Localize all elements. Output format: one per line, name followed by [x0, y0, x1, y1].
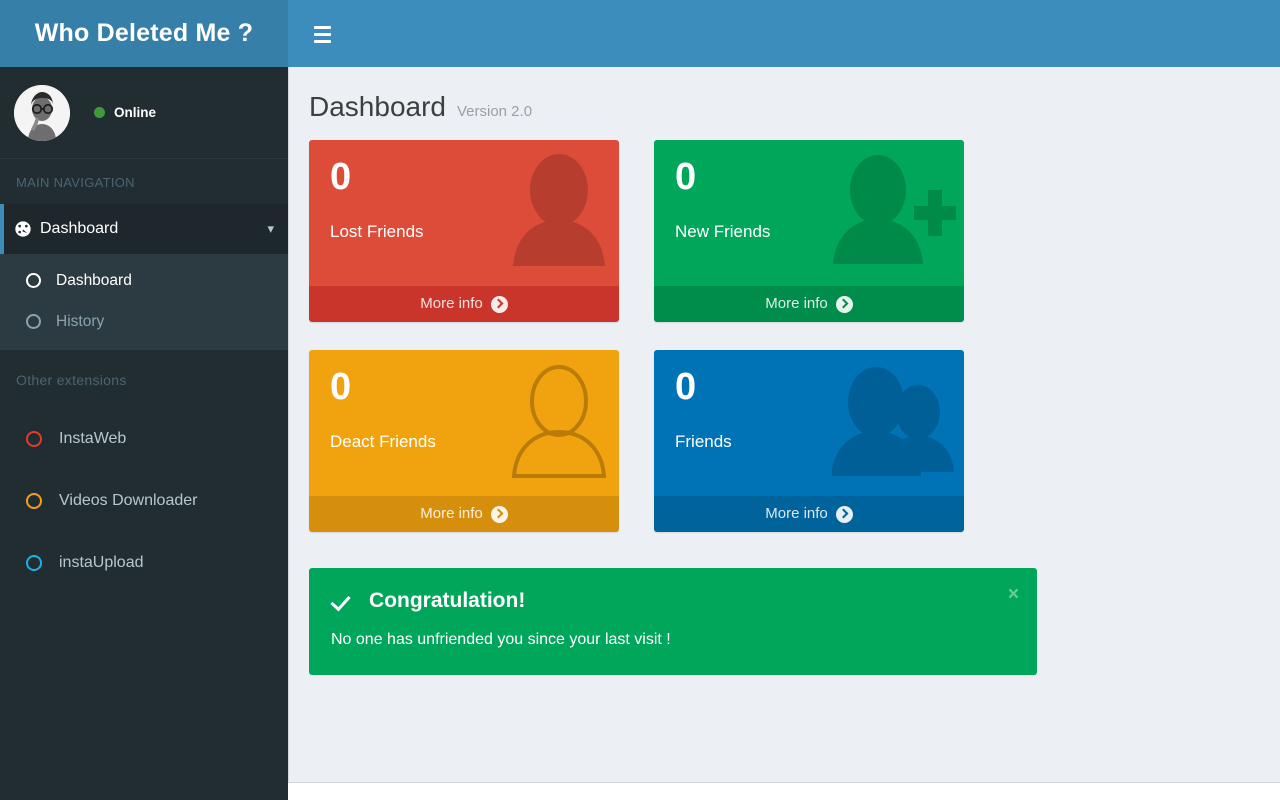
alert-close-button[interactable]: ×	[1008, 585, 1019, 604]
stat-card-friends: 0 Friends More info	[654, 350, 964, 532]
page-version: Version 2.0	[456, 103, 533, 120]
stat-card-more-info[interactable]: More info	[654, 286, 964, 322]
chevron-down-icon: ▾	[267, 221, 274, 236]
sidebar-item-dashboard-label: Dashboard	[40, 220, 119, 237]
top-navbar	[288, 0, 1280, 67]
online-status-label: Online	[114, 105, 157, 120]
hamburger-icon[interactable]	[306, 18, 338, 50]
stat-card-new-friends: 0 New Friends More info	[654, 140, 964, 322]
online-status-dot	[94, 107, 105, 118]
alert-message: No one has unfriended you since your las…	[331, 631, 671, 648]
page-header: Dashboard Version 2.0	[289, 67, 1280, 123]
arrow-circle-right-icon	[490, 505, 508, 523]
stat-card-more-info[interactable]: More info	[654, 496, 964, 532]
sidebar-subitem-dashboard-label: Dashboard	[56, 271, 132, 289]
circle-o-icon	[26, 431, 42, 447]
user-plus-icon	[832, 154, 956, 277]
other-extensions-header: Other extensions	[16, 372, 127, 388]
app-logo[interactable]: Who Deleted Me ?	[0, 0, 288, 67]
circle-o-icon	[26, 273, 41, 288]
circle-o-icon	[26, 555, 42, 571]
user-avatar-photo[interactable]	[14, 84, 70, 141]
stat-card-body: 0 Lost Friends	[309, 140, 619, 286]
dashboard-icon	[14, 220, 40, 238]
sidebar-item-instaweb[interactable]: InstaWeb	[0, 408, 288, 470]
sidebar-subitem-history[interactable]: History	[0, 301, 288, 342]
sidebar: Online MAIN NAVIGATION Dashboard ▾ Dashb…	[0, 67, 288, 800]
dashboard-submenu: Dashboard History	[0, 254, 288, 350]
main-content: Dashboard Version 2.0 0 Lost Friends Mor…	[288, 67, 1280, 782]
circle-o-icon	[26, 493, 42, 509]
sidebar-item-instaupload-label: instaUpload	[59, 554, 144, 571]
user-panel: Online	[0, 67, 288, 159]
stat-card-body: 0 Friends	[654, 350, 964, 496]
user-status: Online	[94, 105, 156, 120]
stat-card-more-info-label: More info	[420, 505, 483, 522]
app-logo-text: Who Deleted Me ?	[34, 19, 254, 47]
main-navigation-header: MAIN NAVIGATION	[16, 175, 135, 190]
stat-card-more-info[interactable]: More info	[309, 496, 619, 532]
alert-title: Congratulation!	[369, 589, 526, 612]
sidebar-item-dashboard[interactable]: Dashboard ▾	[0, 204, 288, 254]
alert-header: Congratulation!	[331, 589, 1015, 613]
app-root: Who Deleted Me ? Online MAIN NAVIGATION …	[0, 0, 1280, 800]
stat-card-lost-friends: 0 Lost Friends More info	[309, 140, 619, 322]
stat-card-body: 0 Deact Friends	[309, 350, 619, 496]
hamburger-bar	[313, 32, 331, 36]
page-footer	[288, 782, 1280, 800]
arrow-circle-right-icon	[835, 295, 853, 313]
sidebar-item-videos-downloader-label: Videos Downloader	[59, 492, 198, 509]
arrow-circle-right-icon	[490, 295, 508, 313]
sidebar-item-videos-downloader[interactable]: Videos Downloader	[0, 470, 288, 532]
page-title: Dashboard	[309, 91, 446, 122]
stat-card-deact-friends: 0 Deact Friends More info	[309, 350, 619, 532]
stat-card-more-info-label: More info	[765, 505, 828, 522]
user-icon	[507, 154, 611, 277]
arrow-circle-right-icon	[835, 505, 853, 523]
success-alert: × Congratulation! No one has unfriended …	[309, 568, 1037, 675]
user-outline-icon	[507, 364, 611, 487]
hamburger-bar	[313, 39, 331, 43]
stat-cards: 0 Lost Friends More info 0 New Friends M…	[289, 123, 1280, 560]
stat-card-more-info-label: More info	[765, 295, 828, 312]
sidebar-subitem-dashboard[interactable]: Dashboard	[0, 260, 288, 301]
circle-o-icon	[26, 314, 41, 329]
users-icon	[831, 364, 956, 487]
check-icon	[331, 591, 351, 611]
sidebar-item-instaupload[interactable]: instaUpload	[0, 532, 288, 594]
stat-card-more-info-label: More info	[420, 295, 483, 312]
hamburger-bar	[313, 25, 331, 29]
stat-card-more-info[interactable]: More info	[309, 286, 619, 322]
sidebar-item-instaweb-label: InstaWeb	[59, 430, 127, 447]
sidebar-subitem-history-label: History	[56, 312, 105, 330]
stat-card-body: 0 New Friends	[654, 140, 964, 286]
